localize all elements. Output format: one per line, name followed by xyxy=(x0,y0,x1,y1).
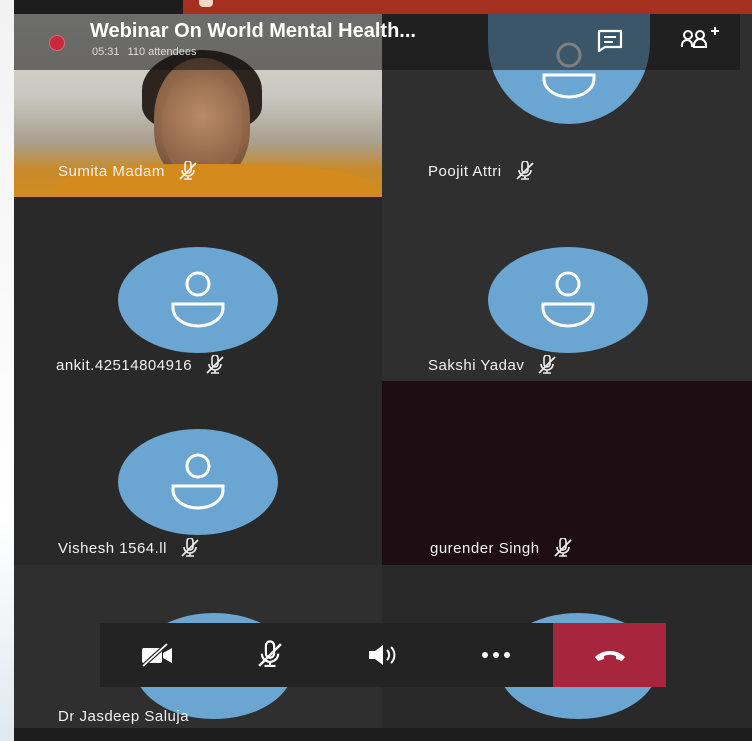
meeting-elapsed-time: 05:31 xyxy=(92,46,120,58)
participant-name: ankit.42514804916 xyxy=(56,355,226,375)
hangup-icon xyxy=(594,651,625,661)
slide-background-edge xyxy=(0,0,14,741)
add-people-icon xyxy=(681,27,719,48)
participant-name-label: Dr Jasdeep Saluja xyxy=(58,708,190,725)
participant-grid: Sumita Madam Poojit Attri ankit.42514804… xyxy=(14,14,752,728)
more-options-button[interactable] xyxy=(439,623,552,687)
chat-button[interactable] xyxy=(596,28,624,59)
more-icon xyxy=(481,652,510,658)
recording-indicator-icon xyxy=(49,35,65,51)
microphone-toggle-button[interactable] xyxy=(213,623,326,687)
participant-name: Vishesh 1564.ll xyxy=(58,538,201,558)
mic-off-icon xyxy=(514,161,536,181)
participant-name: Poojit Attri xyxy=(428,161,536,181)
mic-off-icon xyxy=(204,355,226,375)
camera-toggle-button[interactable] xyxy=(100,623,213,687)
participant-name-label: Poojit Attri xyxy=(428,162,502,180)
avatar xyxy=(118,247,278,353)
add-people-button[interactable] xyxy=(680,25,720,58)
participant-name: Sumita Madam xyxy=(58,161,199,181)
avatar xyxy=(488,247,648,353)
participant-tile-sakshi[interactable]: Sakshi Yadav xyxy=(382,197,752,381)
speaker-icon xyxy=(368,645,395,665)
call-controls-bar xyxy=(100,623,666,687)
mic-off-icon xyxy=(257,640,282,667)
participant-name: Dr Jasdeep Saluja xyxy=(58,708,189,725)
meeting-title: Webinar On World Mental Health... xyxy=(90,20,416,42)
meeting-attendee-count: 110 attendees xyxy=(127,46,197,58)
mic-off-icon xyxy=(536,355,558,375)
participant-name-label: Sumita Madam xyxy=(58,162,165,180)
participant-name: Sakshi Yadav xyxy=(428,355,558,375)
participant-tile-vishesh[interactable]: Vishesh 1564.ll xyxy=(14,381,382,565)
participant-name-label: Sakshi Yadav xyxy=(428,356,525,374)
speaker-button[interactable] xyxy=(326,623,439,687)
participant-name-label: Vishesh 1564.ll xyxy=(58,539,167,557)
camera-off-icon xyxy=(141,642,172,668)
participant-name-label: ankit.42514804916 xyxy=(56,356,193,374)
mic-off-icon xyxy=(177,161,199,181)
participant-tile-ankit[interactable]: ankit.42514804916 xyxy=(14,197,382,381)
mic-off-icon xyxy=(552,538,574,558)
chat-icon xyxy=(597,29,623,53)
mic-off-icon xyxy=(179,538,201,558)
slide-title-strip xyxy=(183,0,752,14)
participant-tile-gurender[interactable]: gurender Singh xyxy=(382,381,752,565)
participant-name: gurender Singh xyxy=(430,538,574,558)
participant-name-label: gurender Singh xyxy=(430,539,540,557)
hang-up-button[interactable] xyxy=(553,623,666,687)
avatar xyxy=(118,429,278,535)
meeting-meta: 05:31 110 attendees xyxy=(92,46,196,58)
